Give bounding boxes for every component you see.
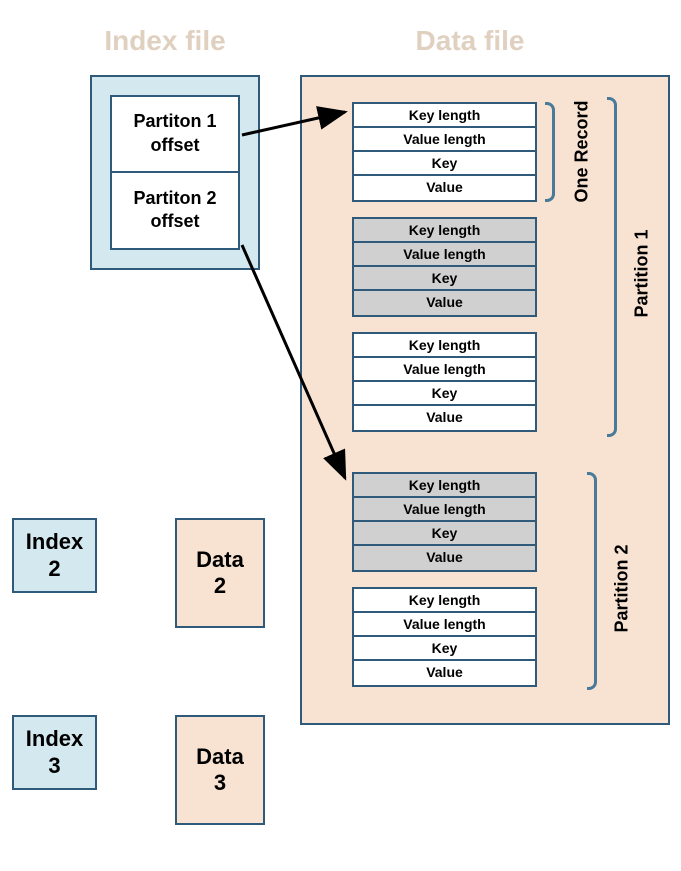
index-file-box: Partiton 1 offset Partiton 2 offset — [90, 75, 260, 270]
record-row-key: Key — [354, 522, 535, 546]
record-2: Key length Value length Key Value — [352, 217, 537, 317]
record-3: Key length Value length Key Value — [352, 332, 537, 432]
data-2-l1: Data — [196, 547, 244, 573]
one-record-label: One Record — [572, 103, 593, 203]
index-3-l1: Index — [26, 726, 83, 752]
record-row-key-length: Key length — [354, 589, 535, 613]
record-row-value: Value — [354, 661, 535, 685]
partition-1-offset: Partiton 1 offset — [112, 97, 238, 173]
partition-2-brace — [587, 472, 597, 690]
record-row-key: Key — [354, 637, 535, 661]
record-row-value-length: Value length — [354, 358, 535, 382]
record-row-key-length: Key length — [354, 104, 535, 128]
partition-2-label: Partition 2 — [612, 533, 633, 633]
p1-line2: offset — [151, 134, 200, 157]
one-record-brace — [545, 102, 555, 202]
record-5: Key length Value length Key Value — [352, 587, 537, 687]
p2-line1: Partiton 2 — [133, 187, 216, 210]
partition-1-brace — [607, 97, 617, 437]
index-2-box: Index 2 — [12, 518, 97, 593]
p2-line2: offset — [151, 210, 200, 233]
index-file-header: Index file — [95, 25, 235, 57]
index-3-l2: 3 — [48, 753, 60, 779]
record-row-value: Value — [354, 546, 535, 570]
data-2-box: Data 2 — [175, 518, 265, 628]
index-2-l1: Index — [26, 529, 83, 555]
record-row-key: Key — [354, 267, 535, 291]
p1-line1: Partiton 1 — [133, 110, 216, 133]
record-1: Key length Value length Key Value — [352, 102, 537, 202]
record-row-key-length: Key length — [354, 219, 535, 243]
record-4: Key length Value length Key Value — [352, 472, 537, 572]
data-2-l2: 2 — [214, 573, 226, 599]
partition-2-offset: Partiton 2 offset — [112, 173, 238, 249]
data-3-l2: 3 — [214, 770, 226, 796]
partition-1-label: Partition 1 — [632, 218, 653, 318]
data-file-box: Key length Value length Key Value Key le… — [300, 75, 670, 725]
index-2-l2: 2 — [48, 556, 60, 582]
record-row-value-length: Value length — [354, 613, 535, 637]
record-row-key: Key — [354, 382, 535, 406]
record-row-value: Value — [354, 406, 535, 430]
record-row-value-length: Value length — [354, 498, 535, 522]
record-row-value: Value — [354, 291, 535, 315]
index-entries: Partiton 1 offset Partiton 2 offset — [110, 95, 240, 250]
index-3-box: Index 3 — [12, 715, 97, 790]
data-3-l1: Data — [196, 744, 244, 770]
record-row-value: Value — [354, 176, 535, 200]
data-file-header: Data file — [400, 25, 540, 57]
record-row-value-length: Value length — [354, 128, 535, 152]
data-3-box: Data 3 — [175, 715, 265, 825]
record-row-key-length: Key length — [354, 474, 535, 498]
record-row-value-length: Value length — [354, 243, 535, 267]
record-row-key-length: Key length — [354, 334, 535, 358]
record-row-key: Key — [354, 152, 535, 176]
